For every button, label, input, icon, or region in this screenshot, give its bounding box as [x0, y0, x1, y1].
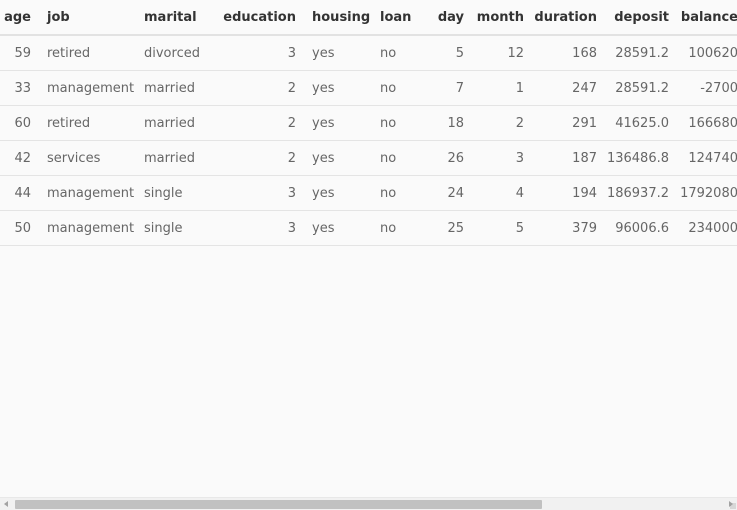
column-header-job[interactable]: job: [31, 0, 144, 36]
cell-month: 5: [464, 210, 524, 246]
column-header-balance[interactable]: balance: [669, 0, 737, 36]
cell-loan: no: [380, 175, 424, 211]
cell-job: services: [31, 140, 144, 176]
cell-loan: no: [380, 210, 424, 246]
cell-education: 3: [214, 35, 296, 71]
cell-deposit: 41625.0: [597, 105, 669, 141]
cell-age: 33: [0, 70, 31, 106]
table-row[interactable]: 33 management married 2 yes no 7 1 247 2…: [0, 70, 737, 106]
cell-month: 4: [464, 175, 524, 211]
cell-marital: married: [144, 140, 214, 176]
cell-education: 2: [214, 105, 296, 141]
cell-balance: 234000: [669, 210, 737, 246]
cell-age: 59: [0, 35, 31, 71]
cell-marital: married: [144, 70, 214, 106]
column-header-age[interactable]: age: [0, 0, 31, 36]
cell-education: 3: [214, 175, 296, 211]
cell-deposit: 186937.2: [597, 175, 669, 211]
cell-marital: divorced: [144, 35, 214, 71]
table-row[interactable]: 60 retired married 2 yes no 18 2 291 416…: [0, 105, 737, 141]
horizontal-scrollbar[interactable]: [0, 497, 737, 510]
table-row[interactable]: 59 retired divorced 3 yes no 5 12 168 28…: [0, 35, 737, 71]
cell-deposit: 96006.6: [597, 210, 669, 246]
column-header-month[interactable]: month: [464, 0, 524, 36]
cell-day: 25: [424, 210, 464, 246]
cell-loan: no: [380, 105, 424, 141]
column-header-day[interactable]: day: [424, 0, 464, 36]
cell-deposit: 28591.2: [597, 70, 669, 106]
cell-duration: 168: [524, 35, 597, 71]
cell-housing: yes: [296, 70, 380, 106]
cell-balance: 166680: [669, 105, 737, 141]
cell-balance: 100620: [669, 35, 737, 71]
cell-duration: 291: [524, 105, 597, 141]
cell-month: 3: [464, 140, 524, 176]
cell-education: 2: [214, 140, 296, 176]
cell-job: management: [31, 70, 144, 106]
cell-month: 2: [464, 105, 524, 141]
table-row[interactable]: 42 services married 2 yes no 26 3 187 13…: [0, 140, 737, 176]
cell-day: 18: [424, 105, 464, 141]
column-header-housing[interactable]: housing: [296, 0, 380, 36]
cell-duration: 379: [524, 210, 597, 246]
cell-loan: no: [380, 70, 424, 106]
cell-duration: 187: [524, 140, 597, 176]
cell-job: management: [31, 210, 144, 246]
cell-housing: yes: [296, 175, 380, 211]
cell-marital: single: [144, 175, 214, 211]
cell-month: 1: [464, 70, 524, 106]
cell-balance: 124740: [669, 140, 737, 176]
cell-marital: married: [144, 105, 214, 141]
cell-balance: -2700: [669, 70, 737, 106]
cell-job: management: [31, 175, 144, 211]
cell-age: 50: [0, 210, 31, 246]
cell-deposit: 28591.2: [597, 35, 669, 71]
data-table: age job marital education housing loan d…: [0, 0, 737, 246]
cell-job: retired: [31, 105, 144, 141]
cell-age: 44: [0, 175, 31, 211]
cell-housing: yes: [296, 210, 380, 246]
table-row[interactable]: 44 management single 3 yes no 24 4 194 1…: [0, 175, 737, 211]
header-row: age job marital education housing loan d…: [0, 0, 737, 36]
cell-age: 42: [0, 140, 31, 176]
cell-day: 7: [424, 70, 464, 106]
table-row[interactable]: 50 management single 3 yes no 25 5 379 9…: [0, 210, 737, 246]
cell-day: 24: [424, 175, 464, 211]
cell-duration: 194: [524, 175, 597, 211]
column-header-loan[interactable]: loan: [380, 0, 424, 36]
cell-day: 26: [424, 140, 464, 176]
cell-loan: no: [380, 35, 424, 71]
column-header-education[interactable]: education: [214, 0, 296, 36]
cell-housing: yes: [296, 35, 380, 71]
cell-housing: yes: [296, 105, 380, 141]
resize-grip-icon[interactable]: [730, 503, 736, 509]
cell-education: 2: [214, 70, 296, 106]
cell-job: retired: [31, 35, 144, 71]
cell-balance: 1792080: [669, 175, 737, 211]
cell-month: 12: [464, 35, 524, 71]
cell-duration: 247: [524, 70, 597, 106]
cell-housing: yes: [296, 140, 380, 176]
scrollbar-thumb[interactable]: [15, 500, 542, 509]
cell-education: 3: [214, 210, 296, 246]
cell-loan: no: [380, 140, 424, 176]
cell-deposit: 136486.8: [597, 140, 669, 176]
column-header-deposit[interactable]: deposit: [597, 0, 669, 36]
scroll-left-arrow-icon[interactable]: [4, 501, 8, 507]
column-header-marital[interactable]: marital: [144, 0, 214, 36]
column-header-duration[interactable]: duration: [524, 0, 597, 36]
data-grid-viewport: age job marital education housing loan d…: [0, 0, 737, 497]
cell-age: 60: [0, 105, 31, 141]
cell-day: 5: [424, 35, 464, 71]
cell-marital: single: [144, 210, 214, 246]
